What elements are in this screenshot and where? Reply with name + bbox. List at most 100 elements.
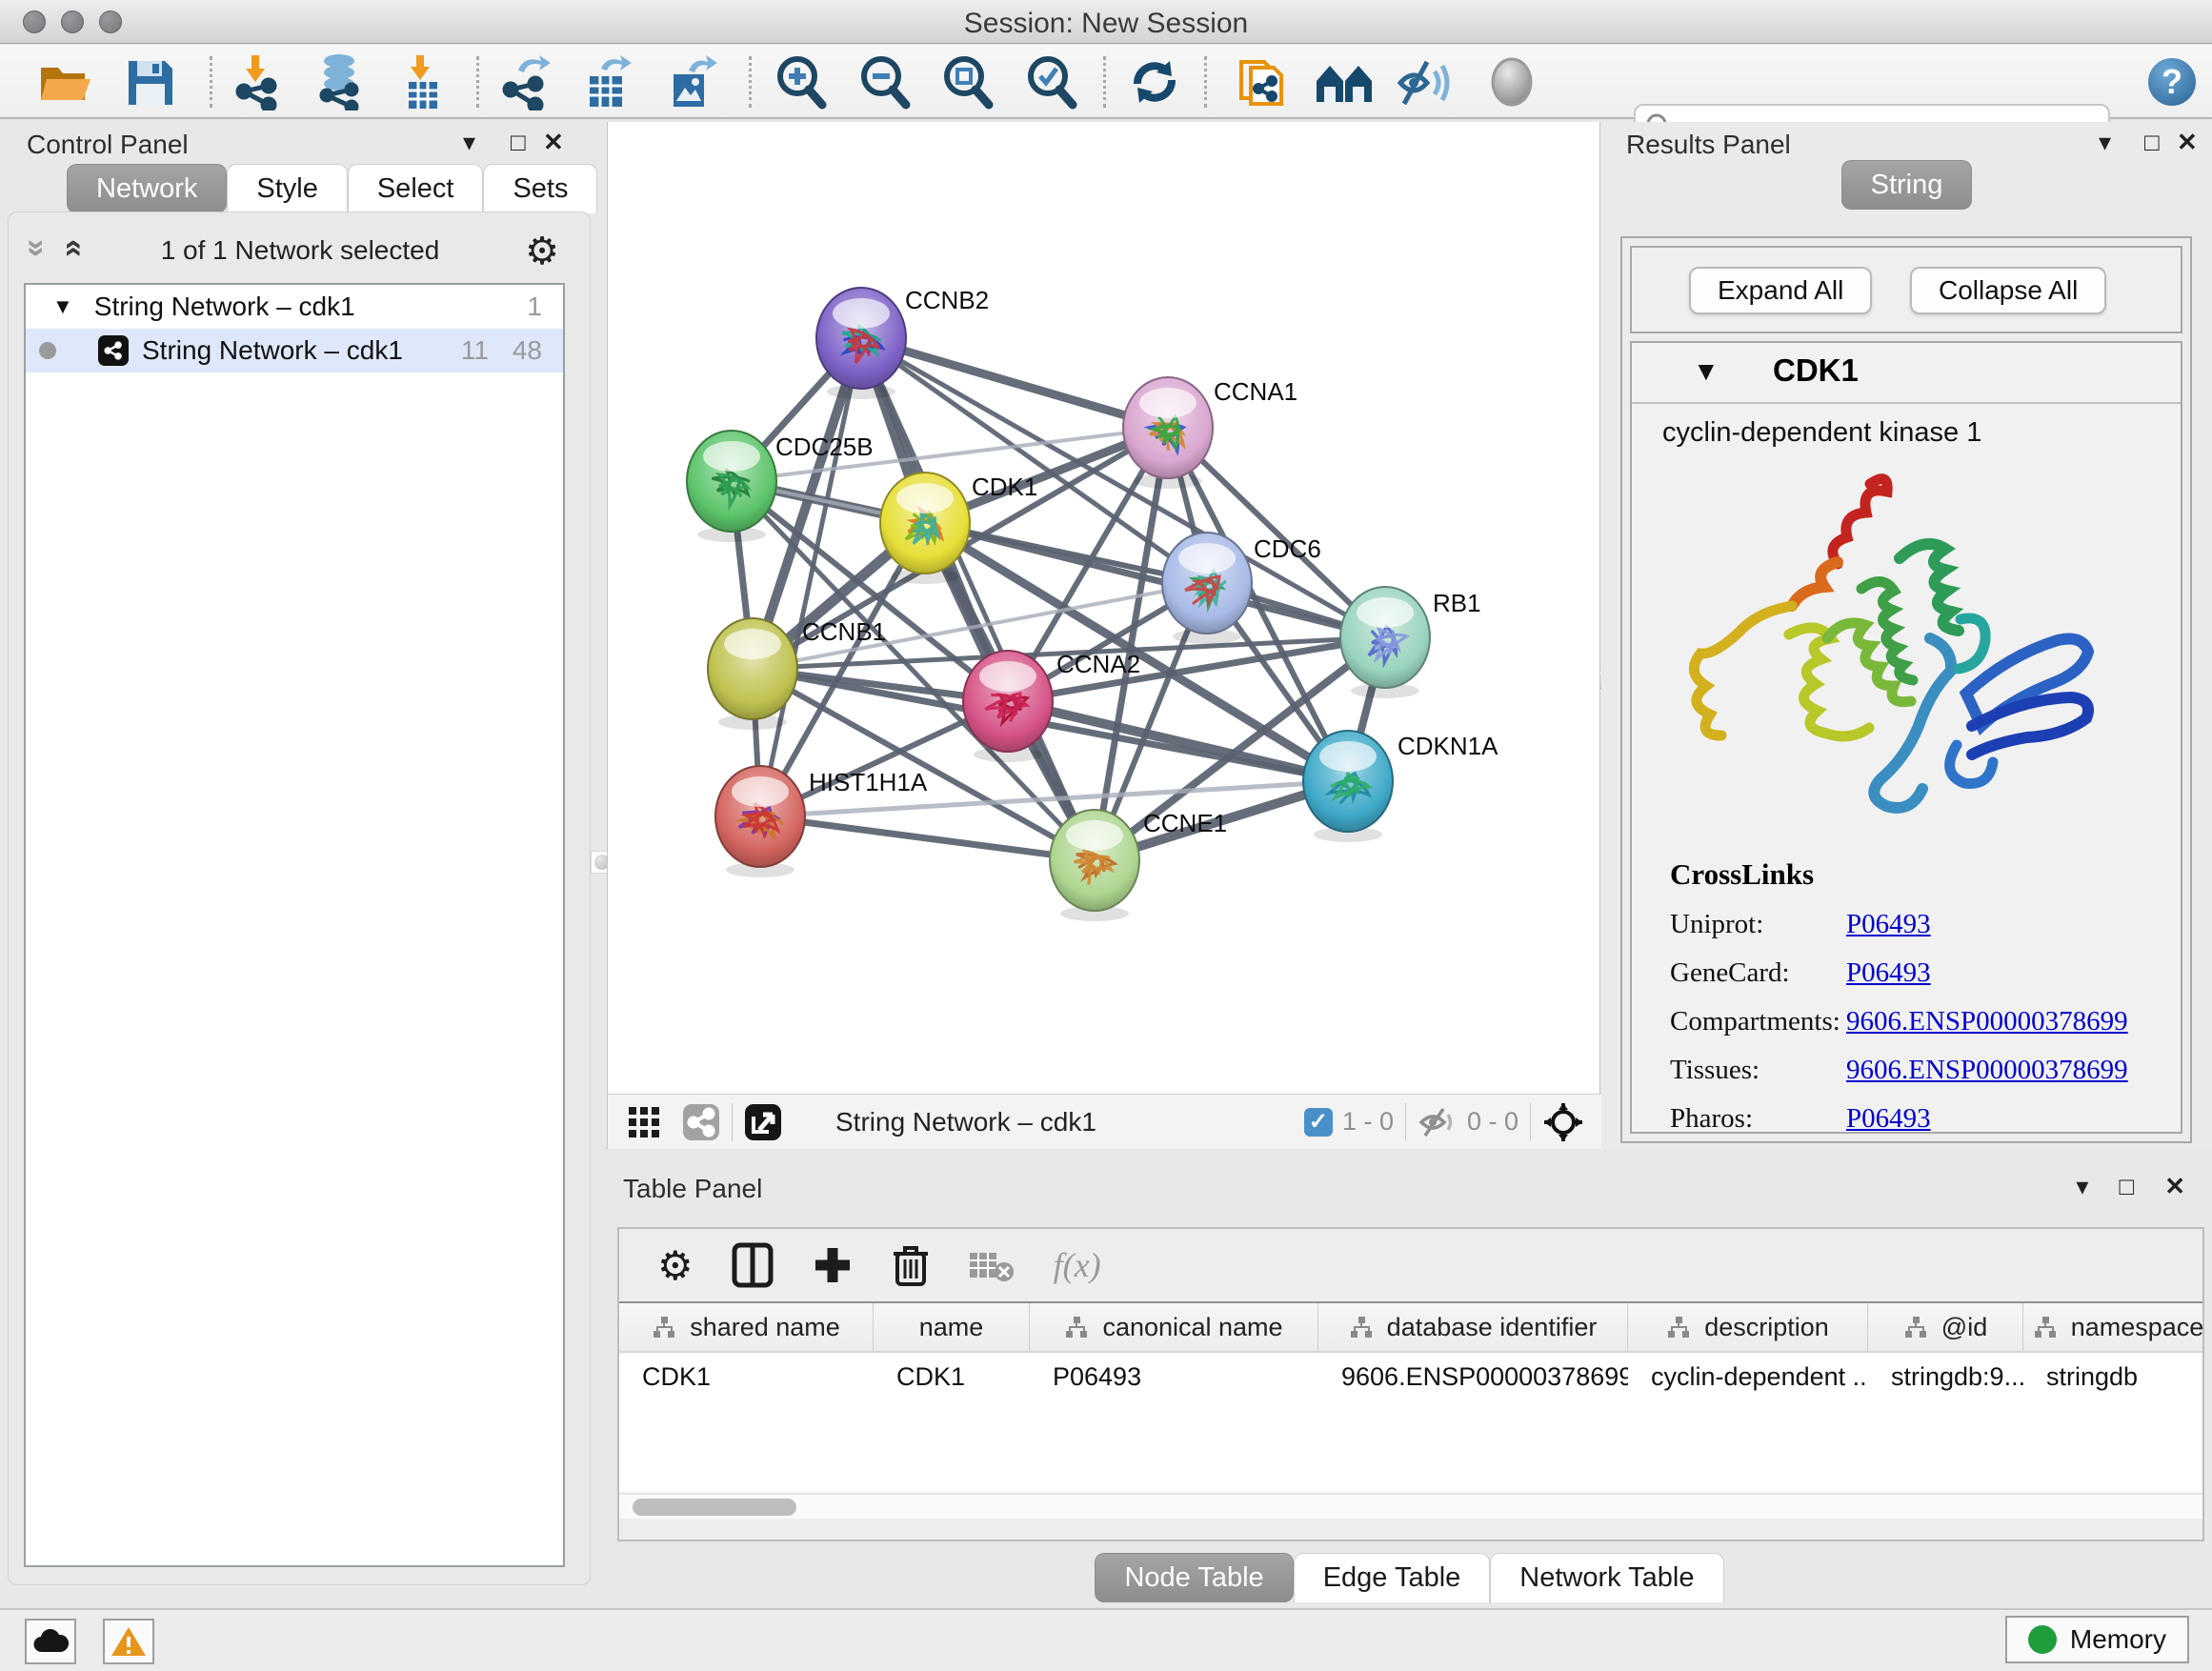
edge-count: 48 (513, 335, 542, 366)
cell-description[interactable]: cyclin-dependent ... (1628, 1353, 1868, 1400)
crosslink-link[interactable]: 9606.ENSP00000378699 (1846, 1055, 2128, 1086)
collapse-panel-icon[interactable]: ▾ (2076, 1172, 2088, 1201)
crosslink-link[interactable]: P06493 (1846, 909, 1931, 940)
network-canvas[interactable]: CCNB2CCNA1CDC25BCDK1CDC6RB1CCNB1CCNA2CDK… (608, 122, 1601, 1094)
node-RB1[interactable] (1340, 587, 1430, 698)
tab-string[interactable]: String (1841, 160, 1973, 210)
edge-HIST1H1A-CCNE1[interactable] (760, 816, 1095, 860)
close-panel-icon[interactable]: ✕ (543, 128, 564, 157)
collapse-panel-icon[interactable]: ▾ (463, 128, 475, 157)
float-panel-icon[interactable]: □ (2119, 1172, 2134, 1201)
save-session-button[interactable] (115, 52, 184, 111)
column-header-name[interactable]: name (874, 1303, 1030, 1351)
column-header-@id[interactable]: @id (1868, 1303, 2023, 1351)
node-CDKN1A[interactable] (1303, 731, 1393, 842)
hide-unhide-button[interactable] (1389, 52, 1458, 111)
tab-select[interactable]: Select (348, 164, 484, 213)
table-horizontal-scrollbar[interactable] (619, 1494, 2202, 1519)
hidden-eye-slash-icon[interactable] (1418, 1107, 1458, 1137)
selected-checkbox-icon[interactable]: ✓ (1304, 1108, 1333, 1137)
crosslinks-section: CrossLinks Uniprot:P06493GeneCard:P06493… (1670, 857, 2165, 1135)
node-CCNA1[interactable] (1123, 377, 1213, 489)
refresh-view-button[interactable] (1120, 52, 1189, 111)
network-collection-row[interactable]: ▼ String Network – cdk1 1 (26, 285, 563, 329)
open-session-button[interactable] (30, 52, 99, 111)
crosslink-link[interactable]: P06493 (1846, 1103, 1931, 1135)
cell-canonical-name[interactable]: P06493 (1030, 1353, 1318, 1400)
import-table-button[interactable] (389, 52, 457, 111)
cloud-status-button[interactable] (25, 1619, 76, 1664)
cell-shared-name[interactable]: CDK1 (619, 1353, 874, 1400)
float-panel-icon[interactable]: □ (2144, 128, 2160, 157)
tab-node-table[interactable]: Node Table (1095, 1553, 1293, 1602)
table-row[interactable]: CDK1CDK1P064939606.ENSP00000378699cyclin… (619, 1353, 2202, 1400)
network-view[interactable]: CCNB2CCNA1CDC25BCDK1CDC6RB1CCNB1CCNA2CDK… (607, 122, 1600, 1149)
node-HIST1H1A[interactable] (715, 766, 805, 877)
export-network-button[interactable] (493, 52, 561, 111)
gene-section-header[interactable]: ▼ CDK1 (1632, 343, 2181, 404)
table-toolbar: ⚙ f(x) (619, 1229, 2202, 1301)
crosslink-row: Pharos:P06493 (1670, 1103, 2165, 1135)
float-panel-icon[interactable]: □ (511, 128, 526, 157)
collapse-panel-icon[interactable]: ▾ (2099, 128, 2111, 157)
export-table-button[interactable] (573, 52, 642, 111)
column-header-description[interactable]: description (1628, 1303, 1868, 1351)
node-CCNB2[interactable] (816, 288, 906, 399)
import-network-database-button[interactable] (305, 52, 373, 111)
show-columns-icon[interactable] (732, 1242, 774, 1288)
zoom-out-button[interactable] (850, 52, 918, 111)
show-graphics-details-button[interactable] (1478, 52, 1546, 111)
warnings-button[interactable] (103, 1619, 154, 1664)
node-table-container: ⚙ f(x) (617, 1227, 2204, 1541)
fit-content-crosshair-icon[interactable] (1542, 1101, 1584, 1143)
tab-edge-table[interactable]: Edge Table (1294, 1553, 1491, 1602)
network-row-selected[interactable]: String Network – cdk1 11 48 (26, 329, 563, 372)
node-CDC25B[interactable] (687, 431, 776, 542)
column-header-database-identifier[interactable]: database identifier (1318, 1303, 1628, 1351)
clone-network-button[interactable] (1229, 52, 1297, 111)
column-header-namespace[interactable]: namespace (2023, 1303, 2202, 1351)
tree-expand-icon[interactable]: ▼ (52, 294, 73, 319)
node-table[interactable]: shared namenamecanonical namedatabase id… (619, 1301, 2202, 1492)
delete-column-trash-icon[interactable] (892, 1242, 930, 1288)
table-options-gear-icon[interactable]: ⚙ (657, 1242, 694, 1289)
network-options-gear-icon[interactable]: ⚙ (525, 230, 559, 273)
help-button[interactable]: ? (2138, 52, 2206, 111)
cell-database-identifier[interactable]: 9606.ENSP00000378699 (1318, 1353, 1628, 1400)
birdseye-grid-icon[interactable] (627, 1105, 661, 1139)
string-share-icon[interactable] (682, 1103, 720, 1141)
column-header-shared-name[interactable]: shared name (619, 1303, 874, 1351)
edge-CCNB2-HIST1H1A[interactable] (760, 338, 861, 816)
close-panel-icon[interactable]: ✕ (2164, 1172, 2185, 1201)
edge-CCNB2-CCNA1[interactable] (861, 338, 1168, 428)
cell-namespace[interactable]: stringdb (2023, 1353, 2202, 1400)
scrollbar-thumb[interactable] (633, 1499, 796, 1516)
string-home-button[interactable] (1310, 52, 1378, 111)
crosslink-link[interactable]: P06493 (1846, 957, 1931, 989)
delete-table-icon[interactable] (968, 1247, 1016, 1283)
zoom-fit-button[interactable] (933, 52, 1001, 111)
cell-@id[interactable]: stringdb:9... (1868, 1353, 2023, 1400)
memory-button[interactable]: Memory (2005, 1616, 2189, 1663)
tab-network[interactable]: Network (67, 164, 227, 213)
section-expand-icon[interactable]: ▼ (1693, 356, 1719, 387)
tab-sets[interactable]: Sets (483, 164, 597, 213)
create-column-plus-icon[interactable] (812, 1244, 854, 1286)
import-network-icon (231, 53, 286, 111)
table-tabs: Node TableEdge TableNetwork Table (607, 1553, 2212, 1602)
export-image-button[interactable] (657, 52, 726, 111)
expand-all-button[interactable]: Expand All (1689, 267, 1872, 314)
import-network-file-button[interactable] (224, 52, 292, 111)
node-CCNE1[interactable] (1050, 810, 1139, 921)
function-builder-icon[interactable]: f(x) (1054, 1245, 1101, 1285)
zoom-selected-button[interactable] (1016, 52, 1085, 111)
collapse-all-button[interactable]: Collapse All (1910, 267, 2106, 314)
crosslink-link[interactable]: 9606.ENSP00000378699 (1846, 1006, 2128, 1037)
open-in-window-icon[interactable] (744, 1103, 782, 1141)
cell-name[interactable]: CDK1 (874, 1353, 1030, 1400)
column-header-canonical-name[interactable]: canonical name (1030, 1303, 1318, 1351)
close-panel-icon[interactable]: ✕ (2177, 128, 2198, 157)
tab-network-table[interactable]: Network Table (1490, 1553, 1723, 1602)
zoom-in-button[interactable] (766, 52, 835, 111)
tab-style[interactable]: Style (227, 164, 347, 213)
